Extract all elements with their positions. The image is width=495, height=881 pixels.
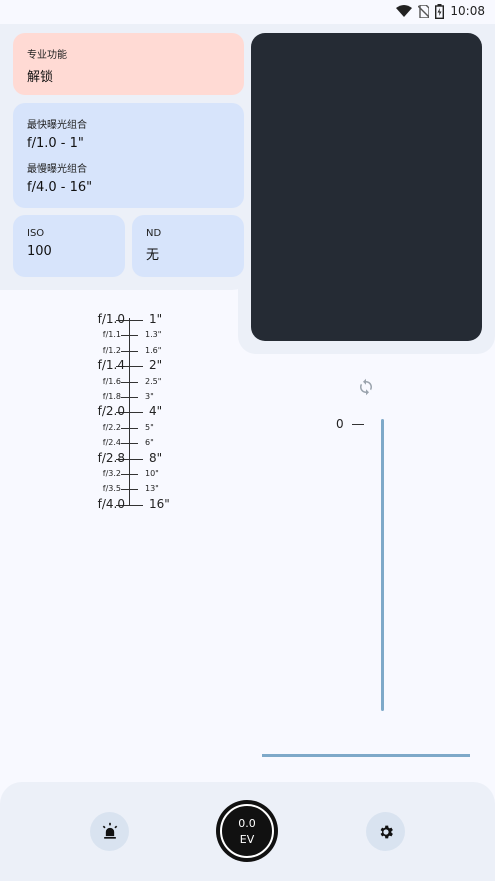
shutter-label: 8" — [149, 450, 163, 465]
aperture-label: f/2.2 — [102, 422, 121, 432]
aperture-label: f/2.8 — [97, 450, 125, 465]
no-sim-icon — [418, 4, 430, 18]
iso-card[interactable]: ISO 100 — [13, 215, 125, 277]
aperture-label: f/1.4 — [97, 358, 125, 373]
shutter-label: 3" — [145, 392, 154, 401]
aperture-label: f/1.6 — [102, 376, 121, 386]
unlock-text: 解锁 — [27, 70, 54, 85]
sync-icon[interactable] — [357, 378, 375, 396]
settings-button[interactable] — [366, 812, 405, 851]
ev-zero-tick — [352, 424, 364, 425]
exposure-combo-card: 最快曝光组合 f/1.0 - 1" 最慢曝光组合 f/4.0 - 16" — [13, 103, 244, 208]
wifi-icon — [396, 5, 413, 17]
scale-minor-tick — [121, 335, 138, 337]
shutter-label: 1" — [149, 312, 163, 326]
fastest-combo-value: f/1.0 - 1" — [27, 136, 84, 151]
scale-minor-tick — [121, 350, 138, 352]
gear-icon — [380, 825, 393, 838]
scale-minor-tick — [121, 397, 138, 398]
aperture-label: f/2.0 — [97, 404, 125, 419]
shutter-label: 2" — [149, 358, 163, 373]
ev-value: 0.0 — [238, 817, 256, 830]
clock: 10:08 — [450, 4, 485, 18]
lightbulb-icon — [102, 822, 117, 839]
ev-shutter-button[interactable]: 0.0 EV — [216, 800, 278, 862]
aperture-label: f/1.2 — [102, 345, 121, 355]
ev-unit: EV — [239, 833, 255, 846]
scale-minor-tick — [121, 381, 138, 383]
shutter-label: 2.5" — [145, 376, 162, 386]
aperture-label: f/3.5 — [102, 484, 121, 494]
camera-preview — [251, 33, 482, 341]
shutter-label: 1.6" — [145, 345, 162, 355]
scale-minor-tick — [121, 474, 138, 475]
nd-card[interactable]: ND 无 — [132, 215, 244, 277]
aperture-label: f/1.0 — [97, 312, 125, 326]
scale-minor-tick — [121, 427, 138, 429]
ev-slider-track[interactable] — [381, 419, 384, 711]
slowest-combo-value: f/4.0 - 16" — [27, 180, 93, 195]
pro-features-label: 专业功能 — [27, 50, 67, 61]
horizontal-slider-track[interactable] — [262, 754, 470, 757]
aperture-shutter-scale: f/1.0 1" f/1.1 1.3" f/1.2 1.6" f/1.4 2" f/1.6 2.5… — [70, 312, 190, 512]
scale-minor-tick — [121, 489, 138, 491]
aperture-label: f/2.4 — [102, 438, 121, 448]
shutter-label: 4" — [149, 404, 163, 419]
iso-label: ISO — [27, 228, 45, 239]
shutter-label: 1.3" — [145, 330, 162, 340]
shutter-label: 5" — [145, 422, 154, 432]
aperture-label: f/1.1 — [102, 330, 121, 340]
iso-value: 100 — [27, 244, 52, 259]
status-bar: 10:08 — [396, 2, 485, 20]
light-button[interactable] — [90, 812, 129, 851]
shutter-label: 13" — [145, 484, 159, 494]
scale-minor-tick — [121, 443, 138, 445]
aperture-label: f/1.8 — [102, 392, 121, 401]
aperture-label: f/3.2 — [102, 469, 121, 478]
shutter-ring — [220, 804, 274, 858]
fastest-combo-label: 最快曝光组合 — [27, 120, 87, 131]
battery-icon — [435, 3, 445, 19]
pro-features-card[interactable]: 专业功能 解锁 — [13, 33, 244, 95]
slowest-combo-label: 最慢曝光组合 — [27, 164, 87, 175]
shutter-label: 6" — [145, 438, 154, 448]
nd-label: ND — [146, 228, 162, 239]
shutter-label: 16" — [149, 496, 170, 511]
nd-value: 无 — [146, 248, 160, 263]
ev-zero-label: 0 — [336, 417, 344, 431]
aperture-label: f/4.0 — [97, 496, 125, 511]
shutter-label: 10" — [145, 469, 159, 478]
